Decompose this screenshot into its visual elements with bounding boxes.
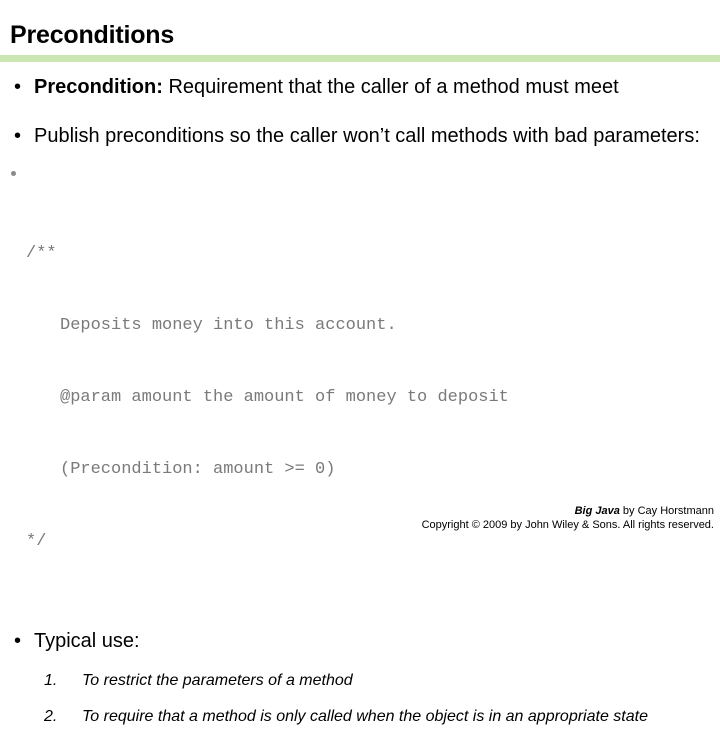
list-item: 2. To require that a method is only call… xyxy=(44,705,720,729)
bullet-precondition-rest: Requirement that the caller of a method … xyxy=(162,76,619,98)
code-line-open: /** xyxy=(26,244,57,263)
slide: Preconditions • Precondition: Requiremen… xyxy=(0,0,720,725)
list-item-label: To restrict the parameters of a method xyxy=(82,672,353,689)
code-block: /** Deposits money into this account. @p… xyxy=(0,170,720,602)
footer-byline: by Cay Horstmann xyxy=(619,505,714,517)
bullet-typical-use: • Typical use: xyxy=(0,628,720,655)
code-line-precondition: (Precondition: amount >= 0) xyxy=(60,460,336,479)
list-item-label: To require that a method is only called … xyxy=(82,708,648,725)
bullet-dot-icon: • xyxy=(14,76,22,98)
bullet-precondition-lead: Precondition: xyxy=(34,76,163,98)
bullet-publish-text: Publish preconditions so the caller won’… xyxy=(34,125,700,147)
code-line-param: @param amount the amount of money to dep… xyxy=(60,388,509,407)
code-line-description: Deposits money into this account. xyxy=(60,316,397,335)
list-item-number: 2. xyxy=(44,708,58,725)
list-item-number: 1. xyxy=(44,672,58,689)
list-item: 1. To restrict the parameters of a metho… xyxy=(44,669,720,693)
footer-book-title: Big Java xyxy=(574,505,620,517)
bullet-precondition: • Precondition: Requirement that the cal… xyxy=(0,74,720,101)
code-line-close: */ xyxy=(26,532,47,551)
bullet-dot-icon xyxy=(11,171,16,176)
numbered-list: 1. To restrict the parameters of a metho… xyxy=(0,669,720,729)
page-title: Preconditions xyxy=(10,21,175,49)
title-area: Preconditions xyxy=(0,0,720,62)
bullet-publish: • Publish preconditions so the caller wo… xyxy=(0,123,720,150)
bullet-typical-use-text: Typical use: xyxy=(34,630,140,652)
footer: Big Java by Cay Horstmann Copyright © 20… xyxy=(422,504,714,532)
title-divider xyxy=(0,55,720,62)
slide-body: • Precondition: Requirement that the cal… xyxy=(0,62,720,729)
footer-copyright: Copyright © 2009 by John Wiley & Sons. A… xyxy=(421,519,714,531)
bullet-dot-icon: • xyxy=(14,125,22,147)
footer-attribution-line: Big Java by Cay Horstmann xyxy=(422,504,714,518)
bullet-dot-icon: • xyxy=(14,630,22,652)
